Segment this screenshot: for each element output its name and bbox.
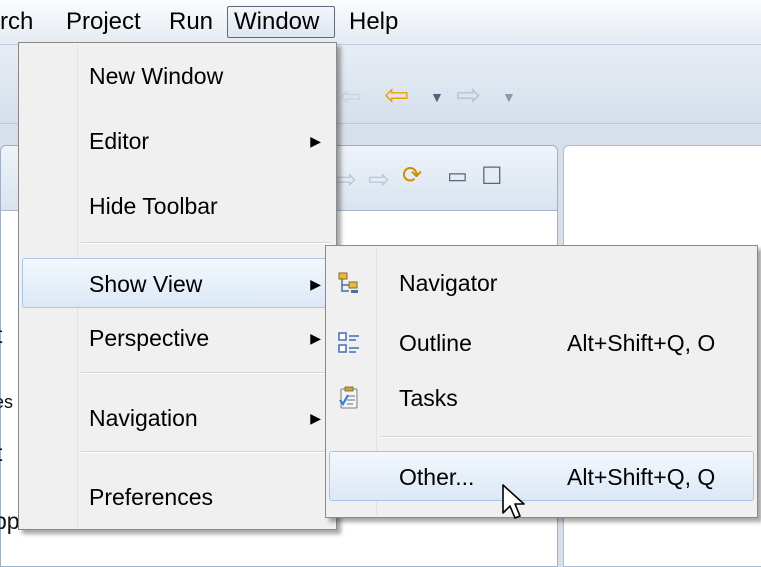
menu-item-label: Editor (89, 128, 150, 154)
menu-window[interactable]: Window (227, 6, 335, 38)
menu-run[interactable]: Run (163, 6, 219, 38)
menu-item-tasks[interactable]: Tasks (329, 373, 754, 423)
menu-item-label: Hide Toolbar (89, 193, 218, 219)
menu-separator (81, 242, 330, 244)
back-arrow-icon[interactable]: ⇦ (384, 81, 409, 111)
menu-item-other[interactable]: Other... Alt+Shift+Q, Q (329, 451, 754, 501)
menu-bar: rch Project Run Window Help (0, 0, 761, 45)
menu-item-label: Tasks (399, 385, 458, 411)
menu-item-label: Outline (399, 330, 472, 356)
menu-project[interactable]: Project (60, 6, 147, 38)
menu-item-accelerator: Alt+Shift+Q, Q (567, 464, 716, 490)
menu-item-label: New Window (89, 63, 224, 89)
submenu-arrow-icon: ▶ (310, 276, 321, 292)
submenu-arrow-icon: ▶ (310, 133, 321, 149)
view-back-icon[interactable]: ⇨ (335, 166, 357, 192)
menu-separator (380, 436, 751, 438)
menu-item-show-view[interactable]: Show View ▶ (22, 258, 333, 308)
maximize-icon[interactable]: ☐ (481, 165, 503, 189)
menu-item-editor[interactable]: Editor ▶ (22, 116, 333, 166)
menu-search[interactable]: rch (0, 6, 39, 38)
menu-item-label: Preferences (89, 484, 214, 510)
show-view-submenu: Navigator Outline Alt+Shift+Q, O Tasks O… (325, 245, 758, 518)
menu-item-hide-toolbar[interactable]: Hide Toolbar (22, 181, 333, 231)
navigator-icon (338, 272, 358, 293)
menu-item-new-window[interactable]: New Window (22, 51, 333, 101)
window-menu: New Window Editor ▶ Hide Toolbar Show Vi… (18, 42, 337, 530)
back-dropdown-icon[interactable]: ▼ (430, 90, 444, 104)
view-forward-icon[interactable]: ⇨ (368, 166, 390, 192)
tree-label-fragment: es (0, 392, 14, 412)
menu-item-preferences[interactable]: Preferences (22, 472, 333, 522)
menu-help[interactable]: Help (343, 6, 404, 38)
minimize-icon[interactable]: ▭ (447, 165, 468, 187)
menu-item-navigation[interactable]: Navigation ▶ (22, 393, 333, 443)
menu-item-navigator[interactable]: Navigator (329, 258, 754, 308)
menu-item-label: Navigation (89, 405, 198, 431)
submenu-arrow-icon: ▶ (310, 330, 321, 346)
forward-dropdown-icon[interactable]: ▼ (502, 90, 516, 104)
back-faded-icon: ⇦ (340, 81, 362, 111)
menu-item-outline[interactable]: Outline Alt+Shift+Q, O (329, 318, 754, 368)
menu-item-perspective[interactable]: Perspective ▶ (22, 313, 333, 363)
menu-separator (81, 451, 330, 453)
menu-item-accelerator: Alt+Shift+Q, O (567, 330, 716, 356)
link-with-editor-icon[interactable]: ⟳ (402, 164, 422, 188)
tasks-icon (339, 386, 358, 409)
tree-label-fragment: t (0, 322, 2, 349)
submenu-arrow-icon: ▶ (310, 410, 321, 426)
menu-separator (81, 372, 330, 374)
menu-item-label: Other... (399, 464, 475, 490)
tree-label-fragment: t (0, 440, 2, 467)
forward-arrow-icon[interactable]: ⇨ (456, 81, 481, 111)
menu-item-label: Navigator (399, 270, 498, 296)
mouse-cursor-icon (502, 484, 525, 519)
menu-item-label: Show View (89, 271, 203, 297)
outline-icon (338, 332, 359, 353)
menu-item-label: Perspective (89, 325, 210, 351)
